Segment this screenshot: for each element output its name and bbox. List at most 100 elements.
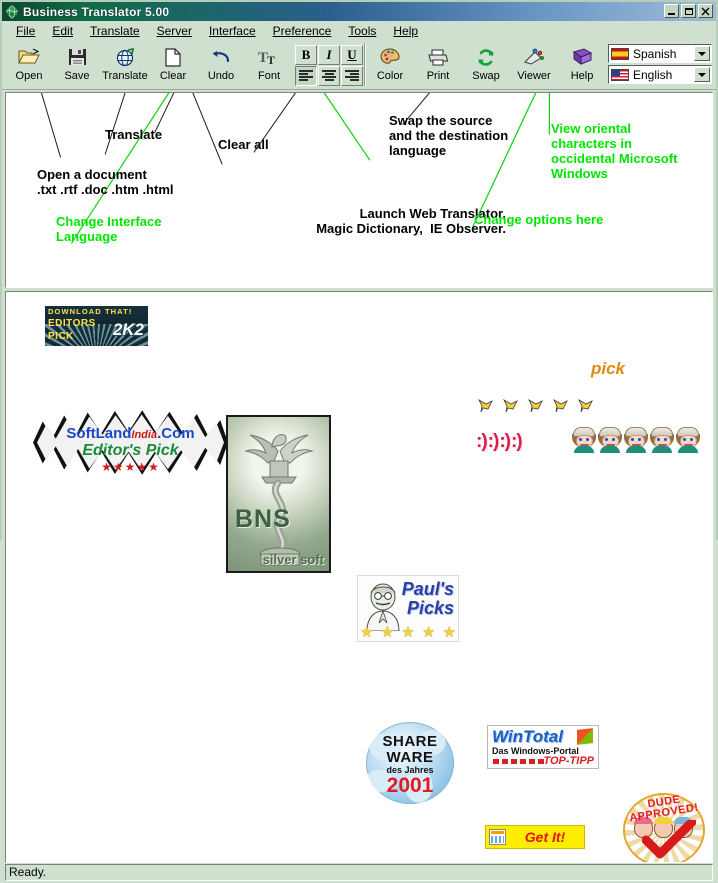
open-button-label: Open — [15, 70, 43, 82]
menu-item-tools[interactable]: Tools — [340, 23, 385, 39]
help-book-icon — [572, 45, 593, 69]
swap-button-label: Swap — [472, 70, 500, 82]
award-shareware-2001[interactable]: SHARE WARE des Jahres 2001 — [366, 722, 454, 804]
dove-icon — [552, 397, 569, 417]
award-softlandindia-name: SoftLandIndia.Com — [66, 425, 195, 442]
annotation-launch-web-translator: Launch Web Translator, Magic Dictionary,… — [316, 206, 506, 236]
italic-button[interactable]: I — [318, 44, 340, 65]
open-folder-icon — [18, 45, 40, 69]
award-bns-subtitle: silver soft — [262, 552, 324, 567]
close-button[interactable] — [698, 4, 713, 18]
target-language-label: English — [633, 67, 673, 82]
award-softlandindia-stars: ★★★★★ — [101, 460, 160, 474]
pegasus-statue-image — [228, 417, 329, 571]
menu-item-file[interactable]: File — [8, 23, 44, 39]
save-button[interactable]: Save — [53, 41, 101, 89]
underline-button-label: U — [347, 46, 357, 62]
menu-item-translate[interactable]: Translate — [82, 23, 149, 39]
open-button[interactable]: Open — [5, 41, 53, 89]
clear-button[interactable]: Clear — [149, 41, 197, 89]
award-get-it-label: Get It! — [524, 829, 566, 845]
toolbar-separator — [364, 43, 365, 86]
font-button[interactable]: T T Font — [245, 41, 293, 89]
application-window: Business Translator 5.00 File Edit Trans… — [0, 0, 718, 883]
award-pauls-picks-stars: ★ ★ ★ ★ ★ — [360, 624, 456, 641]
swap-button[interactable]: Swap — [462, 41, 510, 89]
award-pauls-picks[interactable]: Paul's Picks ★ ★ ★ ★ ★ — [357, 575, 459, 642]
menu-item-edit[interactable]: Edit — [44, 23, 82, 39]
award-softlandindia[interactable]: SoftLandIndia.Com Editor's Pick ★★★★★ — [33, 405, 228, 480]
smiley-icon: :) — [476, 431, 488, 452]
color-button[interactable]: Color — [366, 41, 414, 89]
print-button[interactable]: Print — [414, 41, 462, 89]
translate-button[interactable]: Translate — [101, 41, 149, 89]
check-mark-icon — [642, 820, 696, 859]
menu-item-help[interactable]: Help — [385, 23, 427, 39]
source-language-label: Spanish — [633, 46, 677, 61]
font-tt-icon: T T — [258, 45, 280, 69]
smiley-icon: :) — [510, 431, 523, 452]
source-language-select[interactable]: Spanish — [608, 44, 712, 63]
smiley-rating-row: :) :) :) :) — [476, 431, 523, 452]
minimize-button[interactable] — [664, 4, 679, 18]
app-window-icon — [489, 829, 506, 845]
annotation-view-oriental: View oriental characters in occidental M… — [551, 121, 678, 181]
dove-icon — [527, 397, 544, 417]
globe-translate-icon — [115, 45, 135, 69]
source-language-chevron-down-icon[interactable] — [694, 46, 710, 61]
swap-arrows-icon — [476, 45, 496, 69]
align-left-button[interactable] — [295, 65, 317, 86]
cartoon-face-icon — [676, 427, 700, 453]
align-center-icon — [322, 69, 336, 82]
award-download-that-line3: PICK — [48, 331, 74, 342]
award-bns-silver-soft[interactable]: BNS silver soft — [226, 415, 331, 573]
award-get-it[interactable]: Get It! — [485, 825, 585, 849]
annotation-clear-all: Clear all — [218, 137, 269, 152]
viewer-icon — [523, 45, 545, 69]
award-shareware-line4: 2001 — [386, 774, 434, 797]
status-bar: Ready. — [2, 863, 716, 883]
maximize-button[interactable] — [681, 4, 696, 18]
award-wintotal-title: WinTotal — [492, 727, 563, 746]
help-button[interactable]: Help — [558, 41, 606, 89]
target-language-select[interactable]: English — [608, 65, 712, 84]
award-download-that[interactable]: DOWNLOAD THAT! EDITORS PICK 2K2 — [45, 306, 148, 346]
annotation-translate: Translate — [105, 127, 163, 142]
award-pauls-picks-title: Paul's Picks — [401, 579, 454, 618]
award-wintotal[interactable]: WinTotal Das Windows-Portal TOP-TIPP — [487, 725, 599, 769]
undo-button[interactable]: Undo — [197, 41, 245, 89]
menu-item-preference[interactable]: Preference — [265, 23, 341, 39]
window-title: Business Translator 5.00 — [23, 4, 170, 19]
title-bar: Business Translator 5.00 — [2, 2, 716, 21]
align-center-button[interactable] — [318, 65, 340, 86]
align-left-icon — [299, 69, 313, 82]
smiley-icon: :) — [499, 431, 511, 452]
award-pick-label: pick — [591, 359, 626, 378]
cartoon-face-icon — [598, 427, 622, 453]
award-download-that-line2: EDITORS — [48, 318, 96, 329]
menu-bar: File Edit Translate Server Interface Pre… — [2, 21, 716, 40]
target-language-chevron-down-icon[interactable] — [694, 67, 710, 82]
window-controls — [664, 4, 713, 18]
usa-flag-icon — [611, 68, 629, 81]
viewer-button[interactable]: Viewer — [510, 41, 558, 89]
dove-icon — [502, 397, 519, 417]
printer-icon — [427, 45, 449, 69]
bold-button[interactable]: B — [295, 44, 317, 65]
menu-item-interface[interactable]: Interface — [201, 23, 265, 39]
spain-flag-icon — [611, 47, 629, 60]
menu-item-server[interactable]: Server — [149, 23, 201, 39]
award-dude-approved[interactable]: DUDE APPROVED! — [620, 790, 708, 862]
translate-button-label: Translate — [102, 70, 148, 82]
cartoon-face-icon — [624, 427, 648, 453]
align-right-button[interactable] — [341, 65, 363, 86]
award-shareware-line1: SHARE — [382, 733, 438, 750]
award-bns-title: BNS — [235, 505, 291, 533]
awards-panel: DOWNLOAD THAT! EDITORS PICK 2K2 SoftLand… — [5, 291, 713, 863]
award-softlandindia-subtitle: Editor's Pick — [82, 442, 179, 459]
annotations-panel: Translate Open a document .txt .rtf .doc… — [5, 92, 713, 288]
avatar-rating-row — [572, 427, 700, 453]
award-wintotal-toptipp: TOP-TIPP — [543, 755, 594, 767]
dove-icon — [577, 397, 594, 417]
underline-button[interactable]: U — [341, 44, 363, 65]
